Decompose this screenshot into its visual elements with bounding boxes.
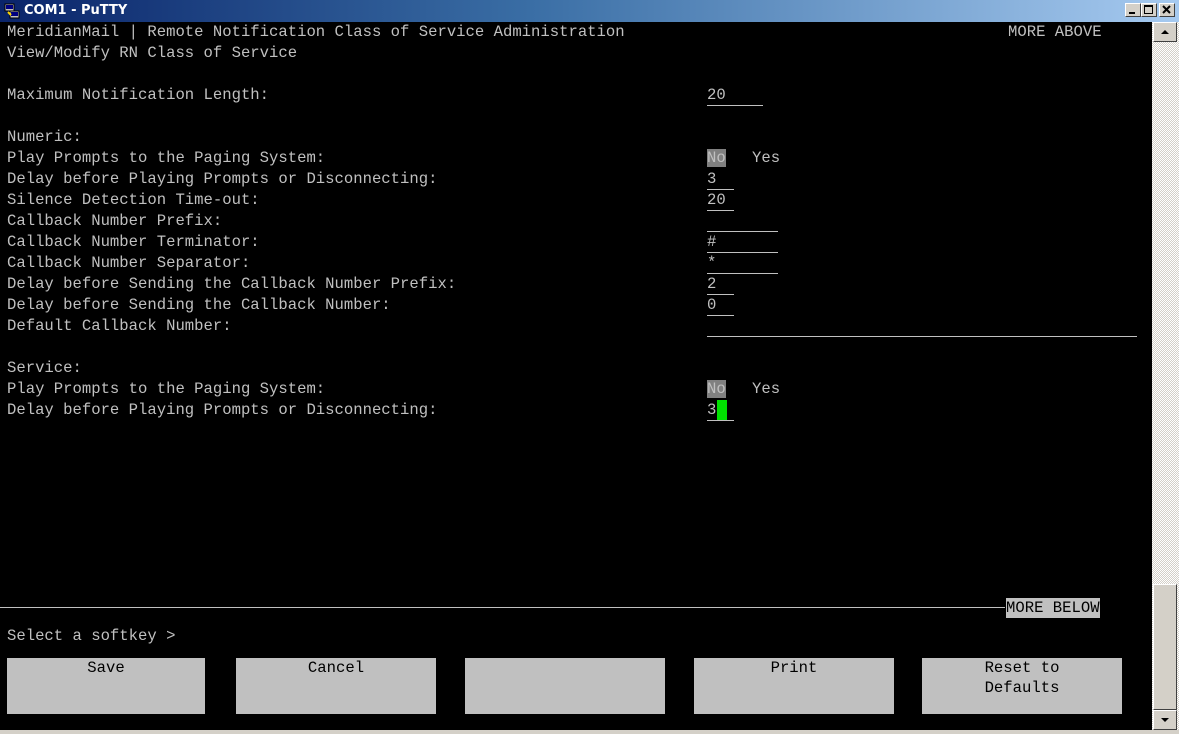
putty-window: COM1 - PuTTY MeridianMail | Remote Notif… xyxy=(0,0,1179,730)
more-above-indicator: MORE ABOVE xyxy=(1008,22,1102,42)
scroll-down-arrow-icon[interactable] xyxy=(1153,710,1177,730)
callback-terminator-underline xyxy=(707,252,778,253)
callback-separator-label: Callback Number Separator: xyxy=(7,254,251,272)
delay-callback-label: Delay before Sending the Callback Number… xyxy=(7,296,391,314)
delay-callback-field[interactable]: 0 xyxy=(707,295,716,315)
title-bar[interactable]: COM1 - PuTTY xyxy=(0,0,1179,22)
softkey-blank[interactable] xyxy=(465,658,665,714)
service-play-prompts-yes[interactable]: Yes xyxy=(752,379,780,399)
max-notification-underline xyxy=(707,105,763,106)
numeric-play-prompts-no[interactable]: No xyxy=(707,149,726,167)
callback-terminator-field[interactable]: # xyxy=(707,232,716,252)
service-delay-prompts-underline xyxy=(707,420,734,421)
service-delay-prompts-field[interactable]: 3 xyxy=(707,400,716,420)
callback-separator-underline xyxy=(707,273,778,274)
scroll-up-arrow-icon[interactable] xyxy=(1153,22,1177,42)
window-title: COM1 - PuTTY xyxy=(24,3,128,18)
silence-detection-field[interactable]: 20 xyxy=(707,190,726,210)
softkey-reset-to-defaults[interactable]: Reset to Defaults xyxy=(922,658,1122,714)
numeric-heading: Numeric: xyxy=(7,128,82,146)
softkey-print[interactable]: Print xyxy=(694,658,894,714)
more-below-indicator: MORE BELOW xyxy=(1006,598,1100,618)
silence-detection-label: Silence Detection Time-out: xyxy=(7,191,260,209)
putty-icon[interactable] xyxy=(4,3,20,19)
numeric-play-prompts-yes[interactable]: Yes xyxy=(752,148,780,168)
max-notification-field[interactable]: 20 xyxy=(707,85,726,105)
service-heading: Service: xyxy=(7,359,82,377)
vertical-scrollbar[interactable] xyxy=(1152,22,1179,730)
service-play-prompts-label: Play Prompts to the Paging System: xyxy=(7,380,326,398)
callback-separator-field[interactable]: * xyxy=(707,253,716,273)
delay-prefix-label: Delay before Sending the Callback Number… xyxy=(7,275,457,293)
divider-line xyxy=(0,607,1005,608)
softkey-cancel[interactable]: Cancel xyxy=(236,658,436,714)
terminal-screen[interactable]: MeridianMail | Remote Notification Class… xyxy=(0,22,1152,730)
silence-detection-underline xyxy=(707,210,734,211)
callback-prefix-underline xyxy=(707,231,778,232)
default-callback-underline xyxy=(707,336,1137,337)
service-play-prompts-no[interactable]: No xyxy=(707,380,726,398)
callback-terminator-label: Callback Number Terminator: xyxy=(7,233,260,251)
maximize-icon[interactable] xyxy=(1141,3,1157,17)
numeric-delay-prompts-field[interactable]: 3 xyxy=(707,169,716,189)
close-icon[interactable] xyxy=(1159,3,1175,17)
service-delay-prompts-label: Delay before Playing Prompts or Disconne… xyxy=(7,401,438,419)
header-title: MeridianMail | Remote Notification Class… xyxy=(7,23,625,41)
softkey-save[interactable]: Save xyxy=(7,658,205,714)
delay-prefix-field[interactable]: 2 xyxy=(707,274,716,294)
numeric-play-prompts-label: Play Prompts to the Paging System: xyxy=(7,149,326,167)
page-subtitle: View/Modify RN Class of Service xyxy=(7,44,298,62)
minimize-icon[interactable] xyxy=(1125,3,1141,17)
numeric-delay-prompts-label: Delay before Playing Prompts or Disconne… xyxy=(7,170,438,188)
scrollbar-thumb[interactable] xyxy=(1153,584,1177,710)
delay-callback-underline xyxy=(707,315,734,316)
text-cursor xyxy=(717,400,727,420)
default-callback-label: Default Callback Number: xyxy=(7,317,232,335)
callback-prefix-label: Callback Number Prefix: xyxy=(7,212,223,230)
softkey-prompt: Select a softkey > xyxy=(7,627,176,645)
max-notification-label: Maximum Notification Length: xyxy=(7,86,270,104)
